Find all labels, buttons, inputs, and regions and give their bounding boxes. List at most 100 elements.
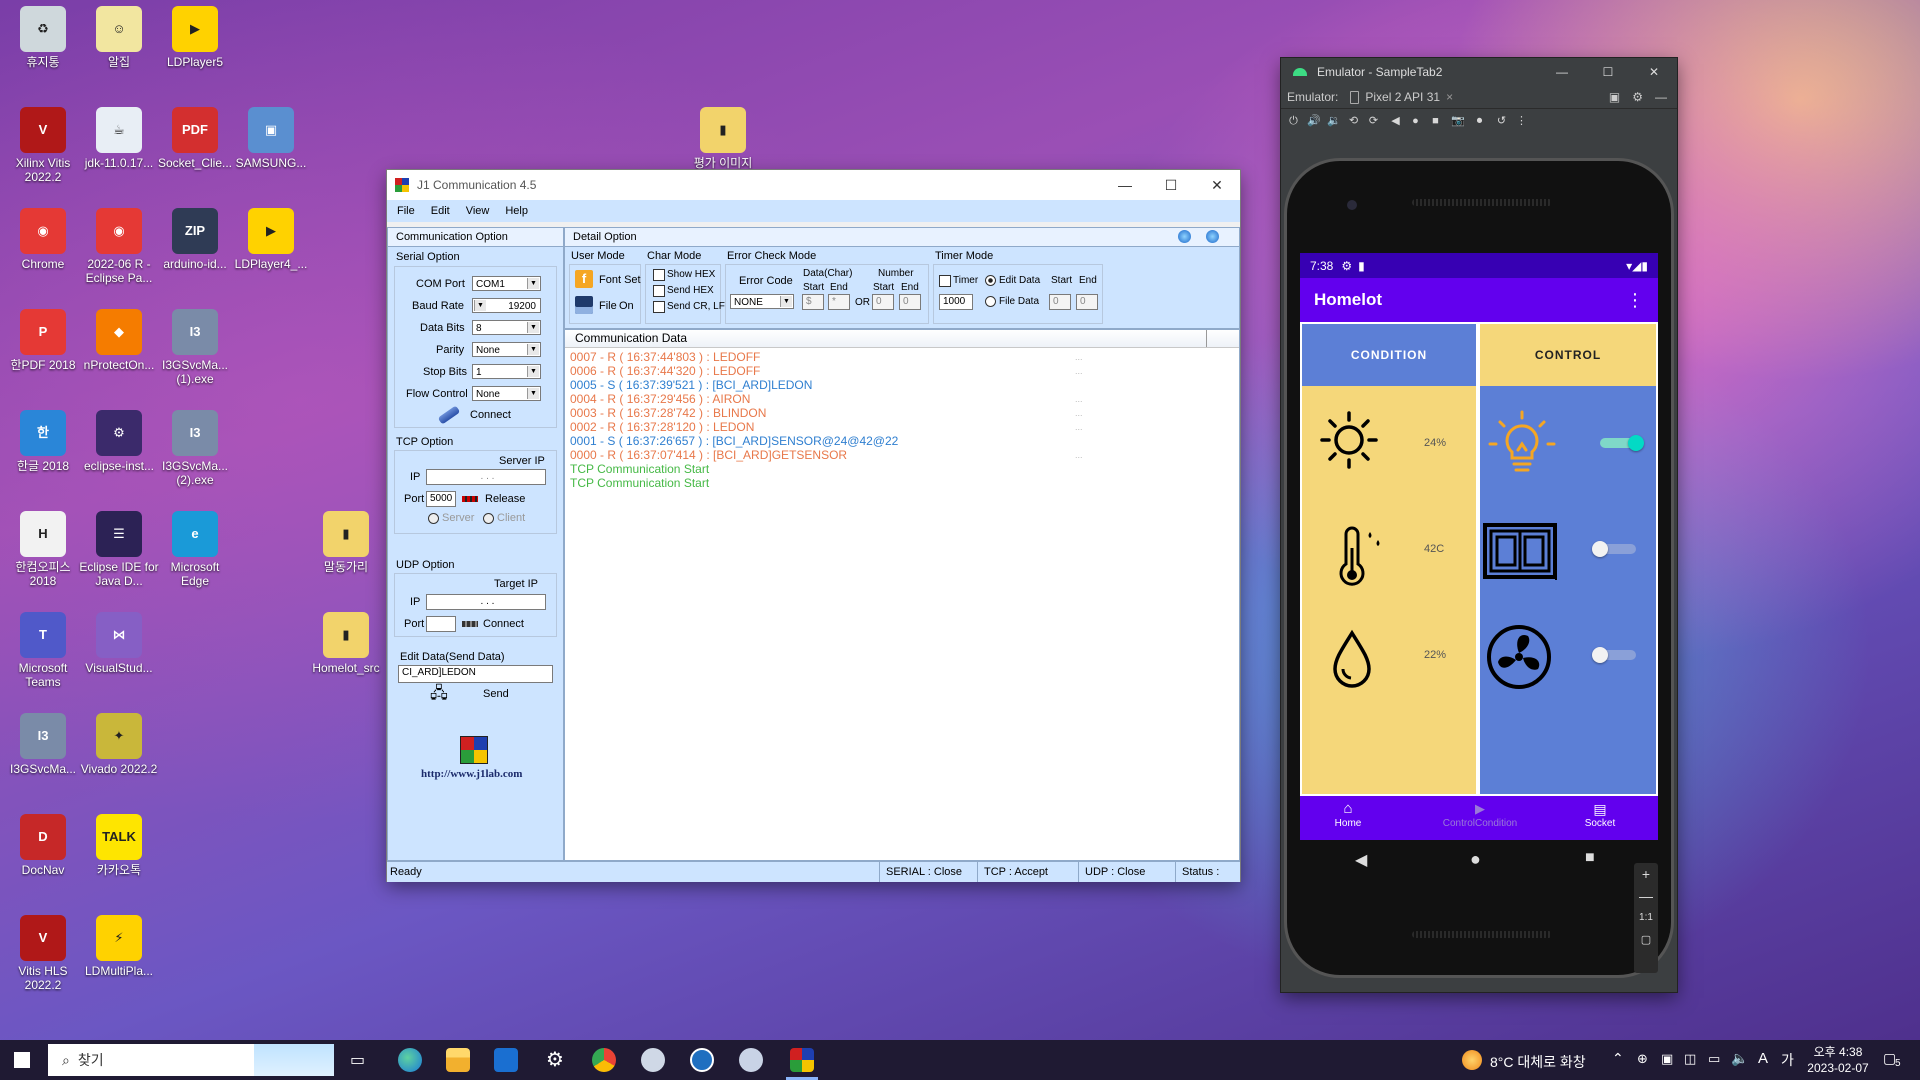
rotate-left-icon[interactable]: ⟲ bbox=[1347, 115, 1360, 128]
ime-language[interactable]: A bbox=[1758, 1050, 1768, 1067]
log-line[interactable]: TCP Communication Start bbox=[570, 476, 1239, 490]
log-line[interactable]: 0006 - R ( 16:37:44'320 ) : LEDOFF... bbox=[570, 364, 1239, 378]
log-line[interactable]: 0002 - R ( 16:37:28'120 ) : LEDON... bbox=[570, 420, 1239, 434]
send-data-field[interactable]: CI_ARD]LEDON bbox=[398, 665, 553, 683]
maximize-button[interactable]: ☐ bbox=[1585, 65, 1631, 79]
power-icon[interactable]: ⏻ bbox=[1287, 115, 1300, 128]
data-bits-select[interactable]: 8 ▼ bbox=[472, 320, 541, 335]
show-hidden-icons-icon[interactable]: ⌃ bbox=[1612, 1050, 1624, 1067]
desktop-icon[interactable]: I3 I3GSvcMa... (2).exe bbox=[155, 410, 235, 487]
log-line[interactable]: 0004 - R ( 16:37:29'456 ) : AIRON... bbox=[570, 392, 1239, 406]
mail-taskbar-icon[interactable] bbox=[494, 1048, 518, 1072]
device-tab[interactable]: Pixel 2 API 31 × bbox=[1350, 90, 1453, 104]
j1-taskbar-icon[interactable] bbox=[790, 1048, 814, 1072]
snapshot-icon[interactable]: ▣ bbox=[1609, 90, 1620, 104]
desktop-icon[interactable]: I3 I3GSvcMa... bbox=[3, 713, 83, 776]
desktop-icon[interactable]: ◉ Chrome bbox=[3, 208, 83, 271]
desktop-icon[interactable]: ▮ 평가 이미지 bbox=[683, 107, 763, 170]
menu-help[interactable]: Help bbox=[505, 205, 528, 217]
network-icon[interactable]: ▭ bbox=[1708, 1051, 1720, 1067]
tcp-server-radio[interactable] bbox=[428, 513, 439, 524]
file-explorer-taskbar-icon[interactable] bbox=[446, 1048, 470, 1072]
minimize-button[interactable]: — bbox=[1539, 65, 1585, 79]
desktop-icon[interactable]: PDF Socket_Clie... bbox=[155, 107, 235, 170]
collapse-icon[interactable]: — bbox=[1655, 90, 1667, 104]
desktop-icon[interactable]: ☰ Eclipse IDE for Java D... bbox=[79, 511, 159, 588]
send-button[interactable]: Send bbox=[483, 688, 509, 700]
gear-icon[interactable]: ⚙ bbox=[1632, 90, 1643, 104]
log-line[interactable]: 0007 - R ( 16:37:44'803 ) : LEDOFF... bbox=[570, 350, 1239, 364]
error-code-select[interactable]: NONE ▼ bbox=[730, 294, 794, 309]
desktop-icon[interactable]: T Microsoft Teams bbox=[3, 612, 83, 689]
flow-control-select[interactable]: None ▼ bbox=[472, 386, 541, 401]
desktop-icon[interactable]: ✦ Vivado 2022.2 bbox=[79, 713, 159, 776]
light-switch[interactable] bbox=[1600, 435, 1644, 451]
reset-icon[interactable]: ↺ bbox=[1495, 115, 1508, 128]
close-button[interactable]: ✕ bbox=[1194, 170, 1240, 200]
nav-back-icon[interactable]: ◀ bbox=[1355, 850, 1367, 870]
app-taskbar-icon[interactable] bbox=[641, 1048, 665, 1072]
desktop-icon[interactable]: ▮ 말동가리 bbox=[306, 511, 386, 574]
tab-condition[interactable]: CONDITION bbox=[1302, 324, 1476, 386]
forward-circle-icon[interactable] bbox=[1206, 230, 1219, 243]
send-hex-checkbox[interactable] bbox=[653, 285, 665, 297]
log-line[interactable]: 0001 - S ( 16:37:26'657 ) : [BCI_ARD]SEN… bbox=[570, 434, 1239, 448]
zoom-out-icon[interactable]: — bbox=[1634, 885, 1658, 907]
udp-port-field[interactable] bbox=[426, 616, 456, 632]
number-end-field[interactable]: 0 bbox=[899, 294, 921, 310]
desktop-icon[interactable]: H 한컴오피스 2018 bbox=[3, 511, 83, 588]
overview-icon[interactable]: ■ bbox=[1429, 115, 1442, 128]
desktop-icon[interactable]: ◉ 2022-06 R - Eclipse Pa... bbox=[79, 208, 159, 285]
timer-interval-field[interactable]: 1000 bbox=[939, 294, 973, 310]
com-port-select[interactable]: COM1 ▼ bbox=[472, 276, 541, 291]
desktop-icon[interactable]: ▮ Homelot_src bbox=[306, 612, 386, 675]
maximize-button[interactable]: ☐ bbox=[1148, 170, 1194, 200]
desktop-icon[interactable]: ▶ LDPlayer5 bbox=[155, 6, 235, 69]
home-circle-icon[interactable]: ● bbox=[1409, 115, 1422, 128]
number-start-field[interactable]: 0 bbox=[872, 294, 894, 310]
tray-icon[interactable]: ◫ bbox=[1684, 1051, 1696, 1067]
desktop-icon[interactable]: ⚙ eclipse-inst... bbox=[79, 410, 159, 473]
camera-icon[interactable]: 📷 bbox=[1451, 115, 1465, 128]
desktop-icon[interactable]: ♻ 휴지통 bbox=[3, 6, 83, 69]
volume-up-icon[interactable]: 🔊 bbox=[1307, 115, 1321, 128]
task-view-icon[interactable]: ▭ bbox=[350, 1050, 365, 1070]
volume-down-icon[interactable]: 🔉 bbox=[1327, 115, 1341, 128]
tcp-port-field[interactable]: 5000 bbox=[426, 491, 456, 507]
kiro-taskbar-icon[interactable] bbox=[690, 1048, 714, 1072]
tcp-ip-field[interactable]: . . . bbox=[426, 469, 546, 485]
clock[interactable]: 오후 4:38 2023-02-07 bbox=[1806, 1044, 1870, 1076]
eclipse-installer-taskbar-icon[interactable] bbox=[739, 1048, 763, 1072]
more-vert-icon[interactable]: ⋮ bbox=[1626, 290, 1644, 311]
desktop-icon[interactable]: D DocNav bbox=[3, 814, 83, 877]
timer-end-field[interactable]: 0 bbox=[1076, 294, 1098, 310]
menu-file[interactable]: File bbox=[397, 205, 415, 217]
desktop-icon[interactable]: TALK 카카오톡 bbox=[79, 814, 159, 877]
menu-edit[interactable]: Edit bbox=[431, 205, 450, 217]
log-line[interactable]: 0003 - R ( 16:37:28'742 ) : BLINDON... bbox=[570, 406, 1239, 420]
desktop-icon[interactable]: V Vitis HLS 2022.2 bbox=[3, 915, 83, 992]
desktop-icon[interactable]: ▣ SAMSUNG... bbox=[231, 107, 311, 170]
edge-taskbar-icon[interactable] bbox=[398, 1048, 422, 1072]
font-set-icon[interactable]: f bbox=[575, 270, 593, 288]
minimize-button[interactable]: — bbox=[1102, 170, 1148, 200]
desktop-icon[interactable]: e Microsoft Edge bbox=[155, 511, 235, 588]
close-button[interactable]: ✕ bbox=[1631, 65, 1677, 79]
desktop-icon[interactable]: ☺ 알집 bbox=[79, 6, 159, 69]
desktop-icon[interactable]: ⋈ VisualStud... bbox=[79, 612, 159, 675]
j1-titlebar[interactable]: J1 Communication 4.5 — ☐ ✕ bbox=[387, 170, 1240, 200]
desktop-icon[interactable]: 한 한글 2018 bbox=[3, 410, 83, 473]
tray-icon[interactable]: ▣ bbox=[1661, 1051, 1673, 1067]
menu-view[interactable]: View bbox=[466, 205, 490, 217]
j1lab-url-link[interactable]: http://www.j1lab.com bbox=[421, 768, 522, 780]
zoom-fit-button[interactable]: 1:1 bbox=[1634, 907, 1658, 929]
volume-muted-icon[interactable]: 🔈 bbox=[1731, 1050, 1748, 1067]
desktop-icon[interactable]: I3 I3GSvcMa... (1).exe bbox=[155, 309, 235, 386]
rotate-right-icon[interactable]: ⟳ bbox=[1367, 115, 1380, 128]
baud-rate-select[interactable]: ▼ 19200 bbox=[472, 298, 541, 313]
communication-log-list[interactable]: 0007 - R ( 16:37:44'803 ) : LEDOFF... 000… bbox=[565, 348, 1239, 490]
emulator-titlebar[interactable]: Emulator - SampleTab2 — ☐ ✕ bbox=[1281, 58, 1677, 86]
nav-home-circle-icon[interactable]: ● bbox=[1470, 849, 1481, 870]
log-line[interactable]: 0000 - R ( 16:37:07'414 ) : [BCI_ARD]GET… bbox=[570, 448, 1239, 462]
nav-recents-icon[interactable]: ■ bbox=[1585, 849, 1595, 867]
